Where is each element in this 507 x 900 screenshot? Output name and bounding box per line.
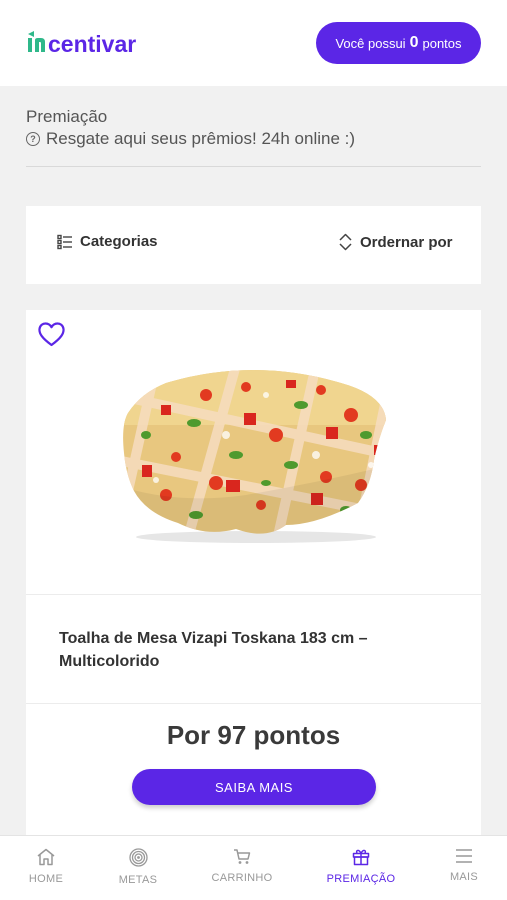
filter-bar: Categorias Ordernar por [26, 206, 481, 284]
list-icon [57, 234, 72, 249]
categories-label: Categorias [80, 233, 158, 250]
nav-label-premiacao: PREMIAÇÃO [326, 873, 396, 885]
points-balance-button[interactable]: Você possui 0 pontos [316, 22, 481, 64]
nav-item-mais[interactable]: MAIS [419, 848, 507, 883]
page-title: Premiação [26, 107, 108, 126]
nav-label-carrinho: CARRINHO [211, 872, 273, 884]
menu-icon [456, 849, 472, 863]
nav-label-home: HOME [28, 873, 64, 885]
sort-icon [339, 233, 352, 251]
nav-label-mais: MAIS [449, 871, 479, 883]
points-suffix: pontos [422, 35, 462, 51]
logo-text: centivar [48, 31, 136, 57]
points-prefix: Você possui [335, 35, 406, 51]
product-image [123, 370, 386, 543]
sort-button[interactable]: Ordernar por [338, 233, 453, 251]
app-header: centivar Você possui 0 pontos [0, 0, 507, 86]
nav-label-metas: METAS [118, 874, 158, 886]
nav-item-carrinho[interactable]: CARRINHO [197, 848, 287, 884]
categories-button[interactable]: Categorias [57, 233, 158, 250]
incentivar-logo[interactable]: centivar [26, 26, 158, 58]
nav-item-home[interactable]: HOME [1, 848, 91, 885]
bottom-navigation: HOME METAS CARRINHO PREMIAÇÃO MAIS [0, 835, 507, 900]
points-value: 0 [409, 34, 419, 51]
heart-icon[interactable] [38, 322, 65, 352]
sort-label: Ordernar por [360, 233, 453, 251]
product-price: Por 97 pontos [166, 720, 341, 750]
product-card[interactable]: Toalha de Mesa Vizapi Toskana 183 cm – M… [26, 310, 481, 850]
gift-icon [352, 849, 370, 866]
page-subtitle-text: Resgate aqui seus prêmios! 24h online :) [46, 129, 356, 148]
cart-icon [234, 849, 251, 864]
home-icon [37, 848, 55, 866]
section-divider [26, 166, 481, 167]
card-divider [26, 703, 481, 704]
saiba-mais-button[interactable]: SAIBA MAIS [132, 769, 376, 805]
product-name: Toalha de Mesa Vizapi Toskana 183 cm – M… [59, 630, 368, 670]
nav-item-premiacao[interactable]: PREMIAÇÃO [316, 848, 406, 885]
page-subtitle: ? Resgate aqui seus prêmios! 24h online … [26, 129, 355, 149]
logo-graphic: centivar [28, 31, 136, 57]
nav-item-metas[interactable]: METAS [93, 848, 183, 886]
help-circle-icon: ? [26, 132, 40, 146]
card-divider [26, 594, 481, 595]
target-icon [128, 848, 148, 867]
